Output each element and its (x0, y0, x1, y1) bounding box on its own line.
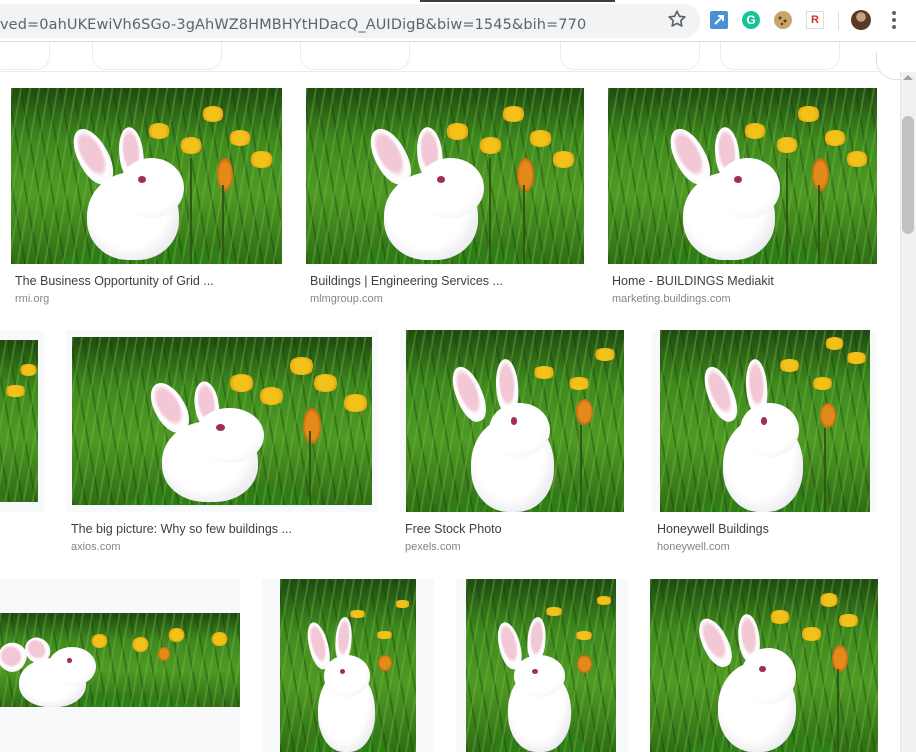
result-title[interactable]: The big picture: Why so few buildings ..… (71, 522, 292, 536)
result-thumbnail[interactable] (652, 330, 876, 512)
image-result-card[interactable] (456, 579, 628, 752)
image-result-card[interactable]: Buildings | Engineering Services ... mlm… (306, 88, 584, 308)
result-site[interactable]: marketing.buildings.com (612, 293, 731, 305)
scroll-up-arrow-icon[interactable] (903, 75, 913, 80)
result-title[interactable]: Home - BUILDINGS Mediakit (612, 274, 774, 288)
result-thumbnail[interactable] (456, 579, 628, 752)
image-result-card[interactable]: The Business Opportunity of Grid ... rmi… (11, 88, 283, 308)
star-icon[interactable] (666, 8, 688, 30)
result-thumbnail[interactable] (650, 579, 878, 752)
result-thumbnail[interactable] (306, 88, 584, 264)
result-site[interactable]: honeywell.com (657, 541, 730, 553)
address-bar[interactable]: ved=0ahUKEwiVh6SGo-3gAhWZ8HMBHYtHDacQ_AU… (0, 4, 700, 38)
image-result-card[interactable] (650, 579, 878, 752)
filter-chip[interactable] (560, 42, 700, 70)
result-site[interactable]: pexels.com (405, 541, 461, 553)
result-thumbnail[interactable] (608, 88, 877, 264)
filter-chip[interactable] (0, 42, 50, 70)
result-thumbnail[interactable] (400, 330, 624, 512)
image-result-card[interactable]: Honeywell Buildings honeywell.com (652, 330, 876, 553)
avatar[interactable] (851, 10, 871, 30)
filter-chips-row (0, 42, 916, 72)
result-site[interactable]: axios.com (71, 541, 121, 553)
filter-chip[interactable] (300, 42, 410, 70)
kebab-menu-icon[interactable] (887, 10, 901, 30)
url-text[interactable]: ved=0ahUKEwiVh6SGo-3gAhWZ8HMBHYtHDacQ_AU… (0, 17, 586, 33)
result-site[interactable]: mlmgroup.com (310, 293, 383, 305)
image-result-card[interactable] (0, 579, 240, 752)
image-result-card[interactable]: Free Stock Photo pexels.com (400, 330, 626, 553)
filter-chip[interactable] (92, 42, 222, 70)
result-title[interactable]: Free Stock Photo (405, 522, 502, 536)
tab-strip-edge (0, 0, 916, 2)
scrollbar-thumb[interactable] (902, 116, 914, 234)
image-results-grid: The Business Opportunity of Grid ... rmi… (0, 72, 900, 752)
image-result-card[interactable]: Home - BUILDINGS Mediakit marketing.buil… (608, 88, 878, 308)
cookie-icon[interactable] (774, 11, 792, 29)
image-result-card[interactable]: The big picture: Why so few buildings ..… (66, 330, 378, 553)
result-site[interactable]: rmi.org (15, 293, 49, 305)
image-result-card[interactable] (262, 579, 434, 752)
result-title[interactable]: Honeywell Buildings (657, 522, 769, 536)
result-thumbnail[interactable] (0, 330, 44, 512)
browser-toolbar: ved=0ahUKEwiVh6SGo-3gAhWZ8HMBHYtHDacQ_AU… (0, 0, 916, 42)
result-thumbnail[interactable] (0, 579, 240, 752)
grammarly-icon[interactable]: G (742, 11, 760, 29)
r-extension-icon[interactable]: R (806, 11, 824, 29)
result-thumbnail[interactable] (11, 88, 282, 264)
result-title[interactable]: The Business Opportunity of Grid ... (15, 274, 214, 288)
extension-arrow-icon[interactable] (710, 11, 728, 29)
toolbar-separator (838, 12, 839, 30)
result-thumbnail[interactable] (262, 579, 434, 752)
filter-chip[interactable] (720, 42, 840, 70)
result-title[interactable]: Buildings | Engineering Services ... (310, 274, 503, 288)
image-result-card[interactable] (0, 330, 44, 512)
result-thumbnail[interactable] (66, 330, 378, 512)
